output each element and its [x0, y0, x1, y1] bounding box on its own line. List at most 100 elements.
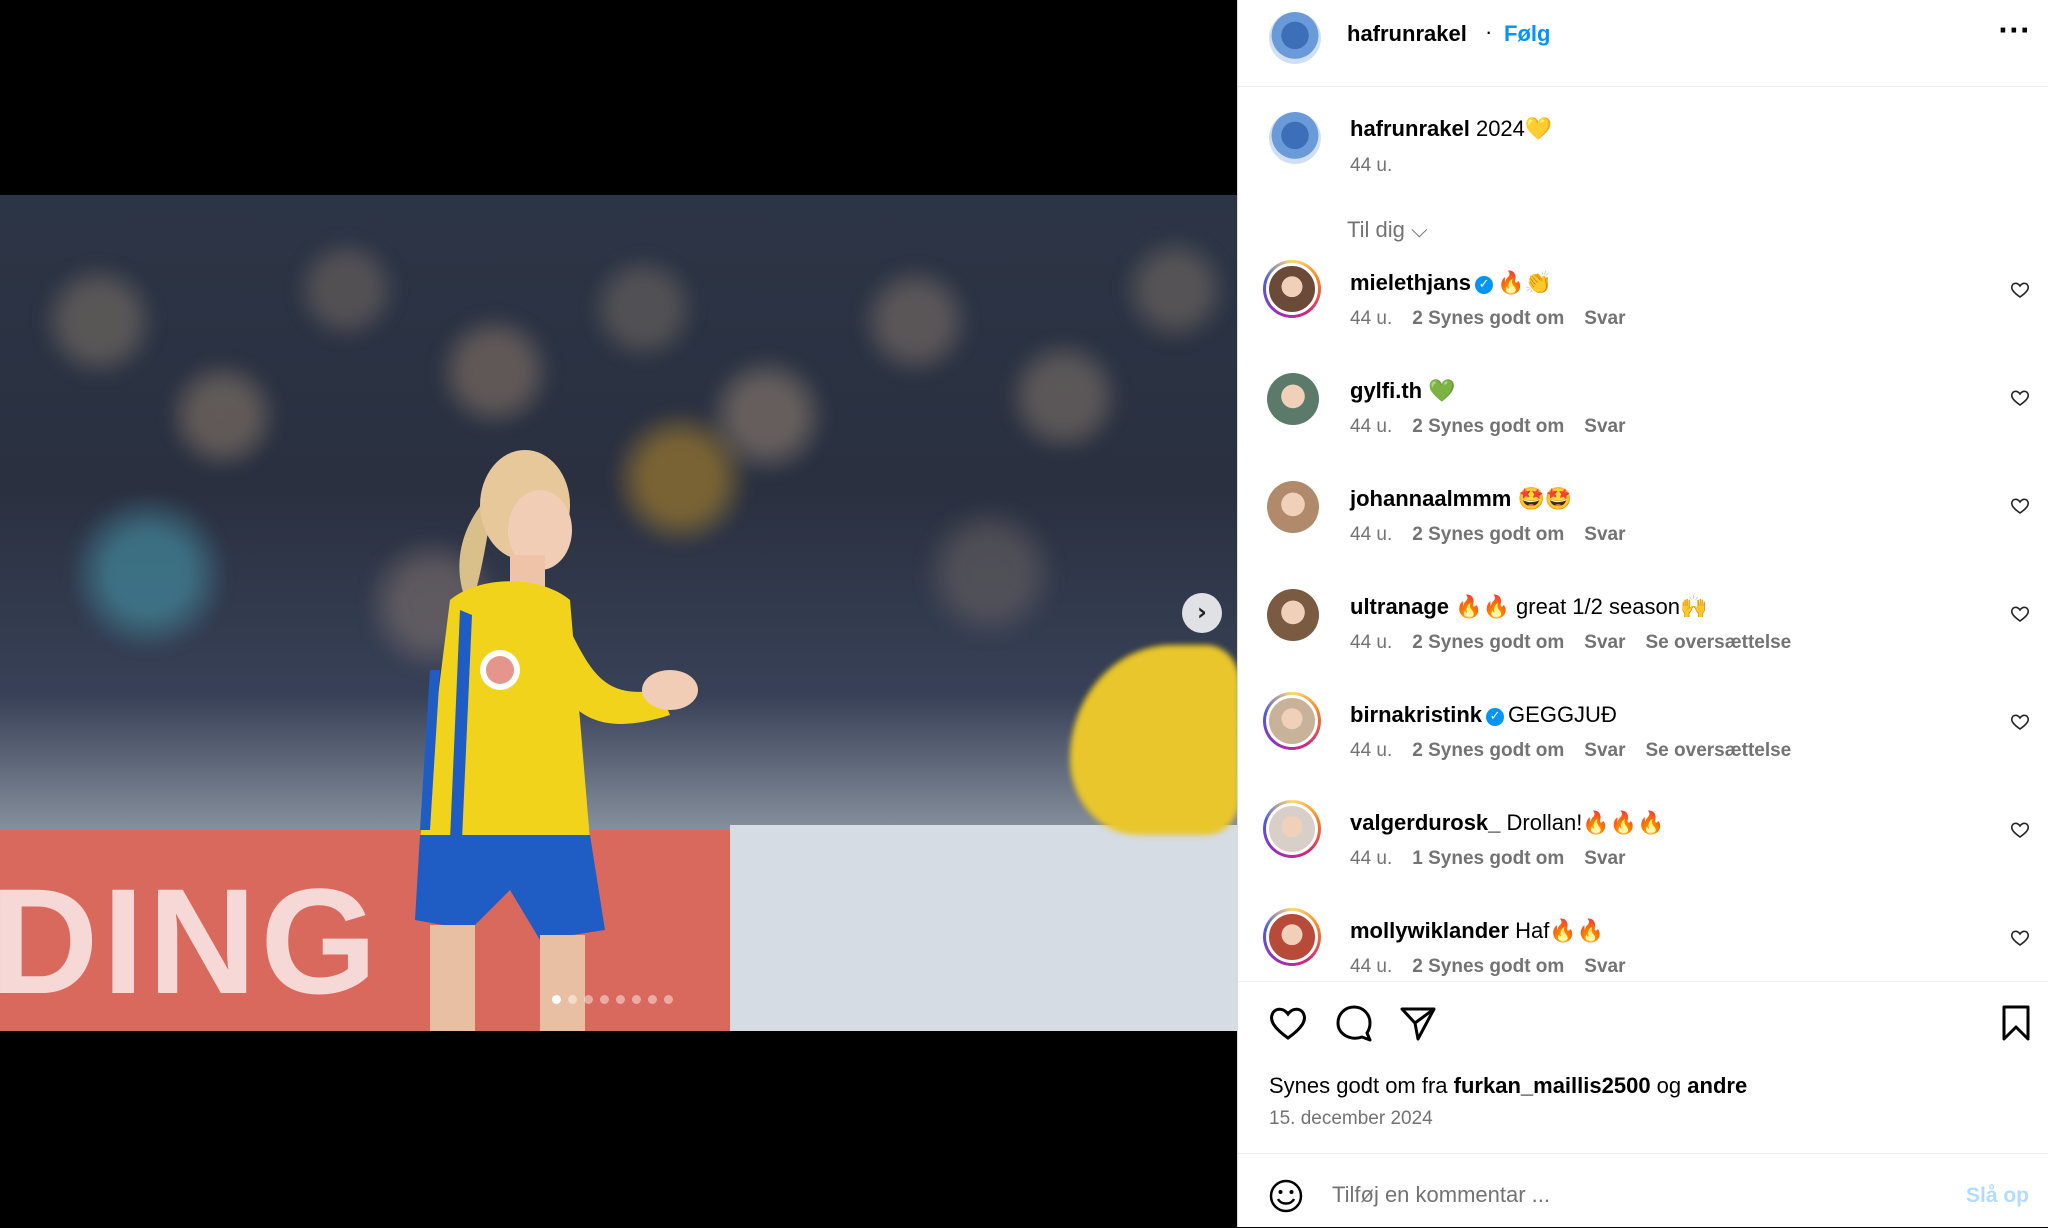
comment-time: 44 u. [1350, 632, 1393, 653]
commenter-avatar[interactable] [1267, 481, 1319, 533]
comment-username[interactable]: ultranage [1350, 594, 1449, 619]
comment-like-icon[interactable] [2010, 604, 2030, 624]
commenter-avatar[interactable] [1263, 908, 1321, 966]
caption-avatar[interactable] [1269, 112, 1321, 164]
save-icon[interactable] [1996, 1003, 2036, 1043]
comment-reply-button[interactable]: Svar [1584, 848, 1625, 870]
comment-text: Drollan!🔥🔥🔥 [1506, 810, 1665, 835]
comment-meta: 44 u. 2 Synes godt om Svar Se oversættelse [1350, 632, 1791, 654]
comment-translate-button[interactable]: Se oversættelse [1646, 632, 1792, 654]
post-media: DING › [0, 0, 1237, 1227]
comment-like-icon[interactable] [2010, 820, 2030, 840]
comment-item: mollywiklander Haf🔥🔥 44 u. 2 Synes godt om… [1238, 908, 2048, 1016]
carousel-dot [632, 995, 641, 1004]
like-icon[interactable] [1268, 1003, 1308, 1043]
caption: hafrunrakel 2024💛 [1350, 116, 1552, 142]
comment-like-icon[interactable] [2010, 712, 2030, 732]
comment-item: johannaalmmm 🤩🤩 44 u. 2 Synes godt om Svar [1238, 476, 2048, 584]
photo-banner-text: DING [0, 857, 381, 1025]
carousel-dot [568, 995, 577, 1004]
caption-username[interactable]: hafrunrakel [1350, 116, 1470, 141]
verified-badge-icon: ✓ [1475, 276, 1494, 294]
comment-bar: Slå op [1238, 1153, 2048, 1228]
comment-reply-button[interactable]: Svar [1584, 308, 1625, 330]
comment-text: 🔥👏 [1497, 270, 1552, 295]
comment-body: mollywiklander Haf🔥🔥 [1350, 918, 1604, 944]
comment-likes-count[interactable]: 2 Synes godt om [1412, 956, 1564, 978]
emoji-icon[interactable] [1268, 1178, 1304, 1214]
comment-input[interactable] [1330, 1174, 1894, 1216]
comment-body: johannaalmmm 🤩🤩 [1350, 486, 1572, 512]
comment-meta: 44 u. 2 Synes godt om Svar [1350, 308, 1626, 330]
carousel-dot [584, 995, 593, 1004]
comment-username[interactable]: mollywiklander [1350, 918, 1509, 943]
commenter-avatar[interactable] [1263, 800, 1321, 858]
comment-like-icon[interactable] [2010, 496, 2030, 516]
carousel-dot [664, 995, 673, 1004]
comment-likes-count[interactable]: 2 Synes godt om [1412, 416, 1564, 438]
comment-item: mielethjans ✓ 🔥👏 44 u. 2 Synes godt om Svar [1238, 260, 2048, 368]
likes-summary: Synes godt om fra furkan_maillis2500 og … [1269, 1073, 1747, 1099]
comment-reply-button[interactable]: Svar [1584, 416, 1625, 438]
likes-others-link[interactable]: andre [1687, 1073, 1747, 1098]
comment-text: 🤩🤩 [1517, 486, 1573, 511]
comment-likes-count[interactable]: 2 Synes godt om [1412, 740, 1564, 762]
comment-text: 💚 [1428, 378, 1456, 403]
post-date[interactable]: 15. december 2024 [1269, 1108, 1433, 1130]
comment-item: ultranage 🔥🔥 great 1/2 season🙌 44 u. 2 Syn… [1238, 584, 2048, 692]
comment-meta: 44 u. 2 Synes godt om Svar [1350, 416, 1626, 438]
comment-likes-count[interactable]: 2 Synes godt om [1412, 308, 1564, 330]
comment-username[interactable]: valgerdurosk_ [1350, 810, 1500, 835]
comment-reply-button[interactable]: Svar [1584, 740, 1625, 762]
comment-body: birnakristink ✓ GEGGJUÐ [1350, 702, 1617, 728]
comment-username[interactable]: birnakristink [1350, 702, 1482, 727]
comment-time: 44 u. [1350, 848, 1393, 869]
comment-text: GEGGJUÐ [1508, 702, 1617, 727]
comment-likes-count[interactable]: 1 Synes godt om [1412, 848, 1564, 870]
commenter-avatar[interactable] [1263, 260, 1321, 318]
comment-meta: 44 u. 2 Synes godt om Svar [1350, 956, 1626, 978]
comment-item: gylfi.th 💚 44 u. 2 Synes godt om Svar [1238, 368, 2048, 476]
more-options-button[interactable]: ··· [1998, 16, 2031, 46]
comment-like-icon[interactable] [2010, 388, 2030, 408]
comment-likes-count[interactable]: 2 Synes godt om [1412, 632, 1564, 654]
comment-username[interactable]: mielethjans [1350, 270, 1471, 295]
comment-meta: 44 u. 1 Synes godt om Svar [1350, 848, 1626, 870]
comment-filter-dropdown[interactable]: Til dig ⌵ [1347, 217, 1428, 243]
commenter-avatar[interactable] [1267, 589, 1319, 641]
comment-time: 44 u. [1350, 524, 1393, 545]
comment-body: ultranage 🔥🔥 great 1/2 season🙌 [1350, 594, 1707, 620]
comment-username[interactable]: gylfi.th [1350, 378, 1422, 403]
comment-time: 44 u. [1350, 956, 1393, 977]
carousel-dot [616, 995, 625, 1004]
post-header: hafrunrakel · Følg ··· [1238, 0, 2048, 87]
author-avatar[interactable] [1269, 12, 1321, 64]
comment-username[interactable]: johannaalmmm [1350, 486, 1511, 511]
caption-text: 2024💛 [1475, 116, 1553, 141]
comment-translate-button[interactable]: Se oversættelse [1646, 740, 1792, 762]
carousel-indicator [552, 995, 673, 1004]
comment-meta: 44 u. 2 Synes godt om Svar Se oversættelse [1350, 740, 1791, 762]
comment-like-icon[interactable] [2010, 928, 2030, 948]
comment-reply-button[interactable]: Svar [1584, 632, 1625, 654]
comment-reply-button[interactable]: Svar [1584, 956, 1625, 978]
comment-body: valgerdurosk_ Drollan!🔥🔥🔥 [1350, 810, 1665, 836]
post-comment-button[interactable]: Slå op [1966, 1184, 2029, 1208]
comment-reply-button[interactable]: Svar [1584, 524, 1625, 546]
caption-time: 44 u. [1350, 155, 1393, 176]
author-username[interactable]: hafrunrakel [1347, 21, 1467, 47]
follow-button[interactable]: Følg [1504, 21, 1550, 47]
comment-meta: 44 u. 2 Synes godt om Svar [1350, 524, 1626, 546]
carousel-dot [648, 995, 657, 1004]
commenter-avatar[interactable] [1263, 692, 1321, 750]
header-separator: · [1485, 19, 1493, 44]
share-icon[interactable] [1398, 1003, 1438, 1043]
commenter-avatar[interactable] [1267, 373, 1319, 425]
comment-icon[interactable] [1334, 1003, 1374, 1043]
comment-time: 44 u. [1350, 308, 1393, 329]
comment-body: mielethjans ✓ 🔥👏 [1350, 270, 1552, 296]
carousel-next-button[interactable]: › [1182, 593, 1222, 633]
comment-like-icon[interactable] [2010, 280, 2030, 300]
likes-user-link[interactable]: furkan_maillis2500 [1454, 1073, 1651, 1098]
comment-likes-count[interactable]: 2 Synes godt om [1412, 524, 1564, 546]
